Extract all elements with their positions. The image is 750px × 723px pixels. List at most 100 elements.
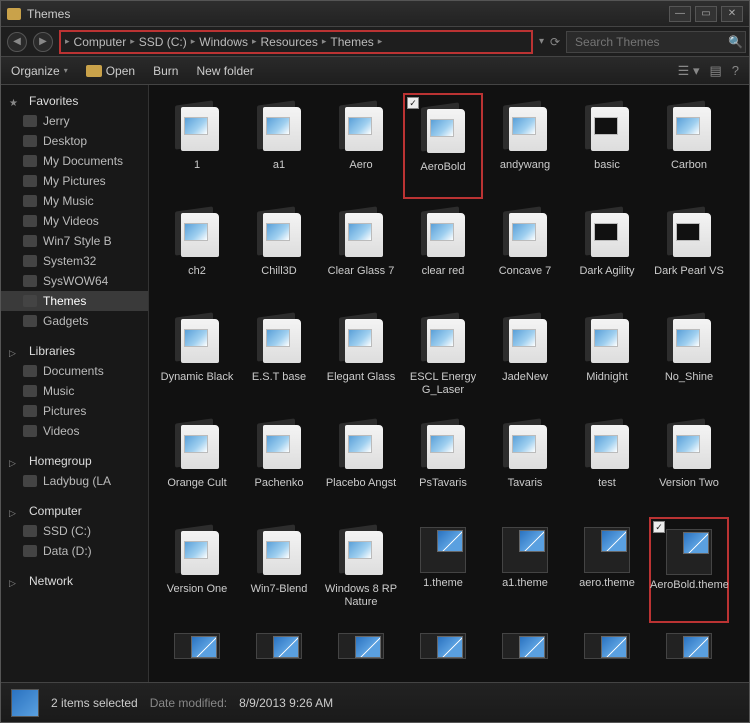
- organize-button[interactable]: Organize▾: [11, 64, 68, 78]
- maximize-button[interactable]: ▭: [695, 6, 717, 22]
- sidebar-item[interactable]: Videos: [1, 421, 148, 441]
- folder-item[interactable]: clear red: [403, 199, 483, 305]
- search-input[interactable]: [566, 31, 746, 53]
- sidebar-item[interactable]: Win7 Style B: [1, 231, 148, 251]
- sidebar-item[interactable]: Themes: [1, 291, 148, 311]
- sidebar-item[interactable]: Gadgets: [1, 311, 148, 331]
- theme-file-icon: [420, 633, 466, 659]
- breadcrumb-item[interactable]: Computer: [74, 35, 127, 49]
- open-button[interactable]: Open: [86, 64, 135, 78]
- breadcrumb[interactable]: ▸ Computer ▸ SSD (C:) ▸ Windows ▸ Resour…: [59, 30, 533, 54]
- selection-count: 2 items selected: [51, 696, 138, 710]
- folder-item[interactable]: Win7-Blend: [239, 517, 319, 623]
- network-header[interactable]: Network: [1, 571, 148, 591]
- preview-pane-icon[interactable]: ▤: [709, 63, 721, 79]
- sidebar-item[interactable]: My Documents: [1, 151, 148, 171]
- nav-back-button[interactable]: ◀: [7, 32, 27, 52]
- sidebar-item[interactable]: My Pictures: [1, 171, 148, 191]
- file-item[interactable]: [157, 623, 237, 659]
- folder-item[interactable]: Pachenko: [239, 411, 319, 517]
- folder-item[interactable]: Clear Glass 7: [321, 199, 401, 305]
- sidebar-item[interactable]: Ladybug (LA: [1, 471, 148, 491]
- folder-item[interactable]: JadeNew: [485, 305, 565, 411]
- view-options-icon[interactable]: ☰ ▾: [678, 63, 700, 79]
- folder-item[interactable]: 1: [157, 93, 237, 199]
- sidebar-item[interactable]: Jerry: [1, 111, 148, 131]
- burn-button[interactable]: Burn: [153, 64, 178, 78]
- folder-item[interactable]: ESCL Energy G_Laser: [403, 305, 483, 411]
- folder-item[interactable]: PsTavaris: [403, 411, 483, 517]
- folder-item[interactable]: Placebo Angst: [321, 411, 401, 517]
- folder-item[interactable]: ch2: [157, 199, 237, 305]
- minimize-button[interactable]: —: [669, 6, 691, 22]
- sidebar-item[interactable]: Data (D:): [1, 541, 148, 561]
- folder-item[interactable]: Carbon: [649, 93, 729, 199]
- breadcrumb-item[interactable]: Resources: [261, 35, 318, 49]
- dropdown-icon[interactable]: ▾: [539, 36, 544, 47]
- search-icon[interactable]: 🔍: [728, 35, 743, 49]
- libraries-header[interactable]: Libraries: [1, 341, 148, 361]
- folder-item[interactable]: andywang: [485, 93, 565, 199]
- item-label: Carbon: [650, 159, 728, 172]
- file-item[interactable]: 1.theme: [403, 517, 483, 623]
- folder-icon: [23, 115, 37, 127]
- sidebar-item-label: Jerry: [43, 114, 70, 128]
- computer-header[interactable]: Computer: [1, 501, 148, 521]
- sidebar-item-label: SysWOW64: [43, 274, 108, 288]
- file-item[interactable]: [567, 623, 647, 659]
- sidebar-item[interactable]: My Videos: [1, 211, 148, 231]
- navigation-pane: Favorites Jerry DesktopMy DocumentsMy Pic…: [1, 85, 149, 682]
- folder-item[interactable]: Windows 8 RP Nature: [321, 517, 401, 623]
- folder-item[interactable]: Tavaris: [485, 411, 565, 517]
- breadcrumb-item[interactable]: SSD (C:): [139, 35, 187, 49]
- folder-item[interactable]: test: [567, 411, 647, 517]
- nav-forward-button[interactable]: ▶: [33, 32, 53, 52]
- file-item[interactable]: [403, 623, 483, 659]
- breadcrumb-item[interactable]: Windows: [199, 35, 248, 49]
- sidebar-item-label: Ladybug (LA: [43, 474, 111, 488]
- file-item[interactable]: aero.theme: [567, 517, 647, 623]
- file-list[interactable]: 1a1Aero✓AeroBoldandywangbasicCarbon ch2Ch…: [149, 85, 749, 682]
- sidebar-item[interactable]: Music: [1, 381, 148, 401]
- close-button[interactable]: ✕: [721, 6, 743, 22]
- folder-icon: [23, 525, 37, 537]
- folder-item[interactable]: Dark Agility: [567, 199, 647, 305]
- refresh-icon[interactable]: ⟳: [550, 35, 560, 49]
- sidebar-item-label: Win7 Style B: [43, 234, 112, 248]
- folder-item[interactable]: Aero: [321, 93, 401, 199]
- folder-item[interactable]: Version Two: [649, 411, 729, 517]
- sidebar-item-label: My Videos: [43, 214, 99, 228]
- folder-item[interactable]: Elegant Glass: [321, 305, 401, 411]
- sidebar-item[interactable]: Documents: [1, 361, 148, 381]
- sidebar-item[interactable]: My Music: [1, 191, 148, 211]
- folder-item[interactable]: Dark Pearl VS: [649, 199, 729, 305]
- file-item[interactable]: [649, 623, 729, 659]
- folder-item[interactable]: Version One: [157, 517, 237, 623]
- folder-item[interactable]: Dynamic Black: [157, 305, 237, 411]
- help-icon[interactable]: ?: [732, 63, 739, 79]
- sidebar-item[interactable]: SysWOW64: [1, 271, 148, 291]
- file-item[interactable]: [239, 623, 319, 659]
- breadcrumb-item[interactable]: Themes: [330, 35, 373, 49]
- file-item[interactable]: [321, 623, 401, 659]
- folder-item[interactable]: Midnight: [567, 305, 647, 411]
- sidebar-item[interactable]: Desktop: [1, 131, 148, 151]
- folder-item[interactable]: No_Shine: [649, 305, 729, 411]
- folder-item[interactable]: Concave 7: [485, 199, 565, 305]
- file-item[interactable]: a1.theme: [485, 517, 565, 623]
- checkbox-icon[interactable]: ✓: [653, 521, 665, 533]
- folder-item[interactable]: E.S.T base: [239, 305, 319, 411]
- folder-item[interactable]: Orange Cult: [157, 411, 237, 517]
- folder-item[interactable]: a1: [239, 93, 319, 199]
- folder-item[interactable]: basic: [567, 93, 647, 199]
- sidebar-item[interactable]: System32: [1, 251, 148, 271]
- new-folder-button[interactable]: New folder: [196, 64, 253, 78]
- folder-item[interactable]: ✓AeroBold: [403, 93, 483, 199]
- homegroup-header[interactable]: Homegroup: [1, 451, 148, 471]
- folder-item[interactable]: Chill3D: [239, 199, 319, 305]
- sidebar-item[interactable]: SSD (C:): [1, 521, 148, 541]
- file-item[interactable]: ✓AeroBold.theme: [649, 517, 729, 623]
- sidebar-item[interactable]: Pictures: [1, 401, 148, 421]
- file-item[interactable]: [485, 623, 565, 659]
- favorites-header[interactable]: Favorites: [1, 91, 148, 111]
